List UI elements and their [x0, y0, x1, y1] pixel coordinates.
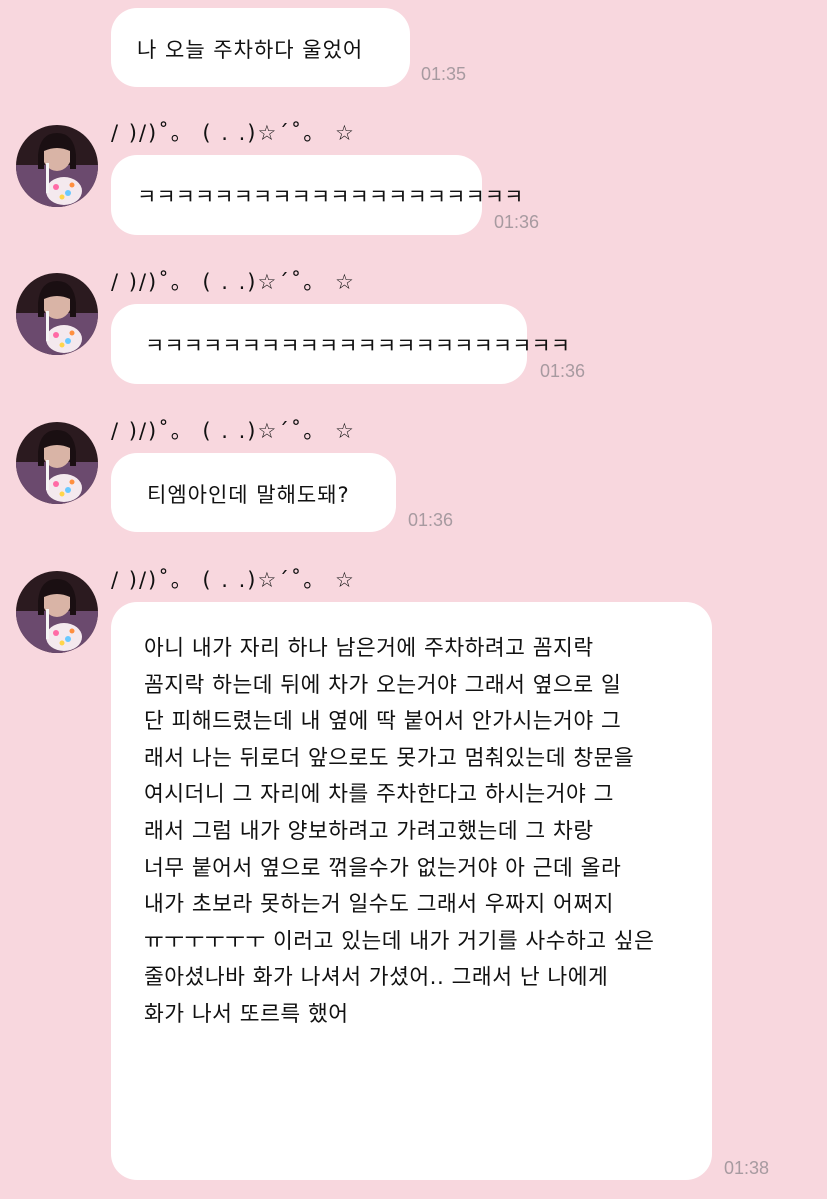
message-timestamp: 01:35 — [421, 64, 467, 84]
message-bubble[interactable]: 나 오늘 주차하다 울었어 — [111, 8, 410, 87]
profile-photo-icon — [16, 273, 98, 355]
message-timestamp: 01:36 — [408, 510, 454, 530]
message-text: ㅋㅋㅋㅋㅋㅋㅋㅋㅋㅋㅋㅋㅋㅋㅋㅋㅋㅋㅋㅋㅋㅋ — [145, 334, 571, 358]
avatar[interactable] — [16, 571, 98, 653]
message-timestamp: 01:38 — [724, 1158, 770, 1178]
sender-name: / )/)˚。 ( . .)☆´˚。 ☆ — [111, 270, 356, 294]
message-text: 나 오늘 주차하다 울었어 — [137, 38, 364, 62]
avatar[interactable] — [16, 125, 98, 207]
message-bubble[interactable]: 아니 내가 자리 하나 남은거에 주차하려고 꼼지락 꼼지락 하는데 뒤에 차가… — [111, 602, 712, 1180]
sender-name: / )/)˚。 ( . .)☆´˚。 ☆ — [111, 419, 356, 443]
message-text: 티엠아인데 말해도돼? — [147, 483, 350, 507]
profile-photo-icon — [16, 125, 98, 207]
sender-name: / )/)˚。 ( . .)☆´˚。 ☆ — [111, 121, 356, 145]
message-timestamp: 01:36 — [494, 212, 540, 232]
avatar[interactable] — [16, 422, 98, 504]
profile-photo-icon — [16, 422, 98, 504]
avatar[interactable] — [16, 273, 98, 355]
profile-photo-icon — [16, 571, 98, 653]
message-text: ㅋㅋㅋㅋㅋㅋㅋㅋㅋㅋㅋㅋㅋㅋㅋㅋㅋㅋㅋㅋ — [137, 185, 524, 209]
message-bubble[interactable]: 티엠아인데 말해도돼? — [111, 453, 396, 532]
message-bubble[interactable]: ㅋㅋㅋㅋㅋㅋㅋㅋㅋㅋㅋㅋㅋㅋㅋㅋㅋㅋㅋㅋ — [111, 155, 523, 235]
message-bubble[interactable]: ㅋㅋㅋㅋㅋㅋㅋㅋㅋㅋㅋㅋㅋㅋㅋㅋㅋㅋㅋㅋㅋㅋ — [111, 304, 570, 384]
message-timestamp: 01:36 — [540, 361, 586, 381]
message-text: 아니 내가 자리 하나 남은거에 주차하려고 꼼지락 꼼지락 하는데 뒤에 차가… — [144, 636, 655, 1027]
sender-name: / )/)˚。 ( . .)☆´˚。 ☆ — [111, 568, 356, 592]
